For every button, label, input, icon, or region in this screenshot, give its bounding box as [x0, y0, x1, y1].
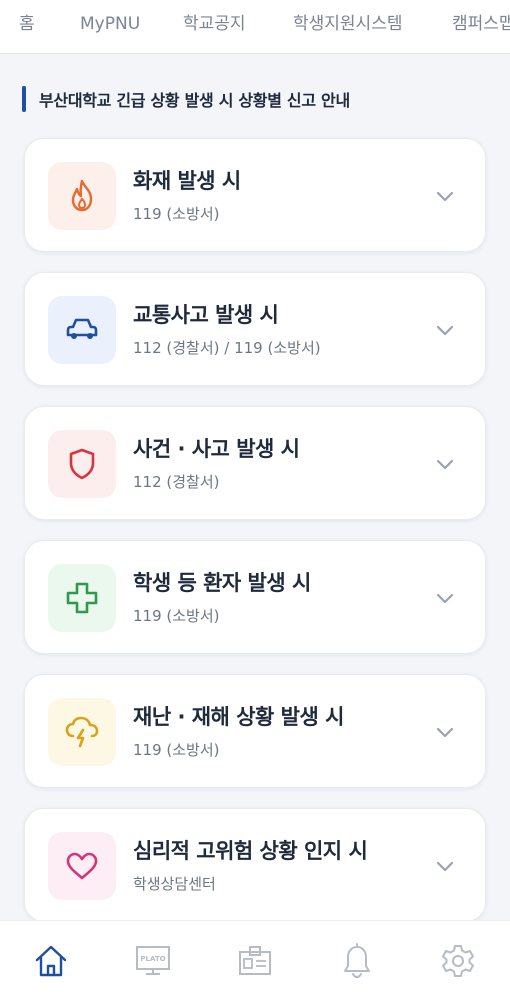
chevron-down-icon[interactable]	[435, 725, 455, 739]
section-title: 부산대학교 긴급 상황 발생 시 상황별 신고 안내	[39, 91, 350, 110]
home-icon[interactable]	[31, 939, 71, 983]
card-subtitle: 119 (소방서)	[133, 205, 220, 223]
heart-icon	[48, 832, 116, 900]
car-icon	[48, 296, 116, 364]
tab-school-notice[interactable]: 학교공지	[183, 12, 246, 36]
emergency-card-disaster[interactable]: 재난 · 재해 상황 발생 시 119 (소방서)	[24, 674, 486, 788]
chevron-down-icon[interactable]	[435, 189, 455, 203]
card-title: 사건 · 사고 발생 시	[133, 437, 300, 461]
medical-cross-icon	[48, 564, 116, 632]
emergency-card-psychological[interactable]: 심리적 고위험 상황 인지 시 학생상담센터	[24, 808, 486, 922]
bottom-navigation: PLATO	[0, 920, 510, 1000]
tab-mypnu[interactable]: MyPNU	[80, 12, 140, 36]
section-accent-bar	[22, 86, 26, 112]
settings-icon[interactable]	[438, 939, 478, 983]
card-title: 재난 · 재해 상황 발생 시	[133, 705, 344, 729]
tab-student-support[interactable]: 학생지원시스템	[293, 12, 402, 36]
tab-campus-map[interactable]: 캠퍼스맵	[452, 12, 510, 36]
card-title: 화재 발생 시	[133, 169, 241, 193]
chevron-down-icon[interactable]	[435, 323, 455, 337]
id-card-icon[interactable]	[235, 939, 275, 983]
card-title: 학생 등 환자 발생 시	[133, 571, 311, 595]
card-subtitle: 112 (경찰서) / 119 (소방서)	[133, 339, 321, 357]
plato-label: PLATO	[140, 955, 165, 963]
storm-icon	[48, 698, 116, 766]
plato-icon[interactable]: PLATO	[133, 939, 173, 983]
card-subtitle: 학생상담센터	[133, 875, 216, 893]
emergency-card-fire[interactable]: 화재 발생 시 119 (소방서)	[24, 138, 486, 252]
shield-icon	[48, 430, 116, 498]
card-subtitle: 119 (소방서)	[133, 741, 220, 759]
tab-home[interactable]: 홈	[19, 12, 35, 36]
card-subtitle: 119 (소방서)	[133, 607, 220, 625]
top-navigation: 홈 MyPNU 학교공지 학생지원시스템 캠퍼스맵	[0, 0, 510, 54]
emergency-card-incident[interactable]: 사건 · 사고 발생 시 112 (경찰서)	[24, 406, 486, 520]
section-header: 부산대학교 긴급 상황 발생 시 상황별 신고 안내	[22, 86, 350, 112]
card-subtitle: 112 (경찰서)	[133, 473, 220, 491]
card-title: 교통사고 발생 시	[133, 303, 279, 327]
card-title: 심리적 고위험 상황 인지 시	[133, 839, 368, 863]
chevron-down-icon[interactable]	[435, 591, 455, 605]
bell-icon[interactable]	[337, 939, 377, 983]
emergency-card-traffic[interactable]: 교통사고 발생 시 112 (경찰서) / 119 (소방서)	[24, 272, 486, 386]
chevron-down-icon[interactable]	[435, 859, 455, 873]
chevron-down-icon[interactable]	[435, 457, 455, 471]
fire-icon	[48, 162, 116, 230]
emergency-card-patient[interactable]: 학생 등 환자 발생 시 119 (소방서)	[24, 540, 486, 654]
